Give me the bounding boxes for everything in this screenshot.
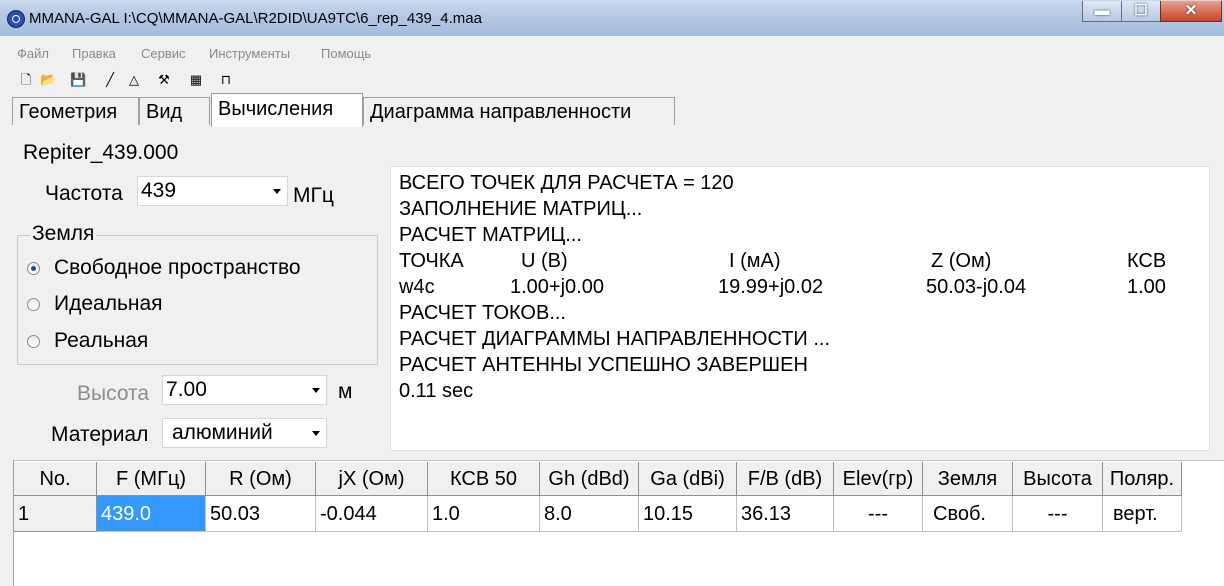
ground-group: Земля Свободное пространство Идеальная Р… (17, 222, 378, 365)
table-cell-gh[interactable]: 8.0 (540, 496, 639, 532)
log-header-point: ТОЧКА (399, 250, 464, 272)
app-globe-icon[interactable] (7, 10, 25, 28)
table-cell-swr[interactable]: 1.0 (428, 496, 540, 532)
results-table: No. F (МГц) R (Ом) jX (Ом) КСВ 50 Gh (dB… (13, 460, 1224, 586)
radio-free-space[interactable] (27, 262, 40, 275)
log-line: РАСЧЕТ МАТРИЦ... (399, 224, 582, 246)
tab-pattern[interactable]: Диаграмма направленности (363, 97, 675, 125)
calculation-log[interactable]: ВСЕГО ТОЧЕК ДЛЯ РАСЧЕТА = 120 ЗАПОЛНЕНИЕ… (390, 166, 1210, 451)
frequency-combo[interactable]: 439 (137, 176, 288, 206)
log-value-i: 19.99+j0.02 (718, 276, 824, 298)
log-value-u: 1.00+j0.00 (510, 276, 604, 298)
frequency-value: 439 (141, 179, 177, 202)
radio-free-space-label[interactable]: Свободное пространство (54, 256, 301, 280)
column-header[interactable]: Gh (dBd) (540, 462, 639, 496)
column-header[interactable]: R (Ом) (206, 462, 316, 496)
column-header[interactable]: Elev(гр) (834, 462, 923, 496)
column-header[interactable]: Земля (923, 462, 1013, 496)
height-combo[interactable]: 7.00 (162, 375, 327, 405)
chevron-down-icon (273, 189, 281, 194)
table-cell-ground[interactable]: Своб. (923, 496, 1013, 532)
tools-icon[interactable]: ⚒ (156, 72, 172, 88)
radio-perfect-label[interactable]: Идеальная (54, 292, 163, 316)
log-value-point: w4c (399, 276, 435, 298)
tab-strip: Геометрия Вид Вычисления Диаграмма напра… (0, 93, 1224, 128)
radio-real[interactable] (27, 335, 40, 348)
log-value-swr: 1.00 (1127, 276, 1166, 298)
column-header[interactable]: F (МГц) (97, 462, 206, 496)
table-cell-r[interactable]: 50.03 (206, 496, 316, 532)
menu-bar: Файл Правка Сервис Инструменты Помощь (0, 44, 1224, 64)
table-cell-height[interactable]: --- (1013, 496, 1103, 532)
log-line: РАСЧЕТ АНТЕННЫ УСПЕШНО ЗАВЕРШЕН (399, 354, 808, 376)
triangle-tool-icon[interactable]: △ (126, 72, 142, 88)
chevron-down-icon (312, 388, 320, 393)
log-line: РАСЧЕТ ТОКОВ... (399, 302, 566, 324)
minimize-button[interactable]: ▬ (1082, 1, 1122, 22)
frequency-label: Частота (45, 182, 123, 205)
log-header-i: I (мА) (729, 250, 781, 272)
menu-edit[interactable]: Правка (72, 46, 116, 61)
log-header-z: Z (Ом) (931, 250, 992, 272)
menu-service[interactable]: Сервис (141, 46, 186, 61)
column-header[interactable]: No. (14, 462, 97, 496)
table-cell-elev[interactable]: --- (834, 496, 923, 532)
column-header[interactable]: Ga (dBi) (639, 462, 737, 496)
column-header[interactable]: КСВ 50 (428, 462, 540, 496)
save-disk-icon[interactable]: 💾 (70, 72, 86, 88)
log-value-z: 50.03-j0.04 (926, 276, 1027, 298)
radio-perfect[interactable] (27, 298, 40, 311)
antenna-icon[interactable]: ⊓ (218, 72, 234, 88)
table-cell-fb[interactable]: 36.13 (737, 496, 834, 532)
material-value: алюминий (172, 421, 273, 444)
table-cell-jx[interactable]: -0.044 (316, 496, 428, 532)
row-number[interactable]: 1 (14, 496, 97, 532)
column-header[interactable]: jX (Ом) (316, 462, 428, 496)
height-label: Высота (77, 382, 150, 405)
log-line: 0.11 sec (399, 380, 474, 402)
column-header[interactable]: Высота (1013, 462, 1103, 496)
menu-tools[interactable]: Инструменты (209, 46, 290, 61)
material-combo[interactable]: алюминий (162, 418, 327, 448)
calculator-icon[interactable]: ▦ (188, 72, 204, 88)
model-name: Repiter_439.000 (23, 141, 179, 164)
log-header-u: U (В) (521, 250, 568, 272)
table-cell-frequency[interactable]: 439.0 (97, 496, 206, 532)
line-tool-icon[interactable]: ╱ (102, 72, 118, 88)
window-title: MMANA-GAL I:\CQ\MMANA-GAL\R2DID\UA9TC\6_… (29, 10, 482, 27)
close-button[interactable]: ✕ (1160, 1, 1222, 22)
ground-title: Земля (30, 222, 97, 246)
maximize-button[interactable]: ☐ (1121, 1, 1161, 22)
open-folder-icon[interactable]: 📂 (40, 72, 56, 88)
chevron-down-icon (312, 431, 320, 436)
toolbar: 🗋 📂 💾 ╱ △ ⚒ ▦ ⊓ (0, 70, 260, 92)
log-line: ЗАПОЛНЕНИЕ МАТРИЦ... (399, 198, 643, 220)
log-header-swr: КСВ (1127, 250, 1167, 272)
column-header[interactable]: Поляр. (1103, 462, 1182, 496)
table-cell-polarization[interactable]: верт. (1103, 496, 1182, 532)
table-cell-ga[interactable]: 10.15 (639, 496, 737, 532)
log-line: ВСЕГО ТОЧЕК ДЛЯ РАСЧЕТА = 120 (399, 172, 734, 194)
log-line: РАСЧЕТ ДИАГРАММЫ НАПРАВЛЕННОСТИ ... (399, 328, 831, 350)
tab-calculations[interactable]: Вычисления (211, 93, 363, 127)
menu-help[interactable]: Помощь (321, 46, 371, 61)
column-header[interactable]: F/B (dB) (737, 462, 834, 496)
frequency-unit: МГц (293, 184, 334, 207)
height-value: 7.00 (166, 378, 207, 401)
radio-real-label[interactable]: Реальная (54, 329, 148, 353)
new-file-icon[interactable]: 🗋 (18, 72, 34, 88)
menu-file[interactable]: Файл (17, 46, 49, 61)
tab-view[interactable]: Вид (139, 97, 210, 125)
title-bar: MMANA-GAL I:\CQ\MMANA-GAL\R2DID\UA9TC\6_… (0, 0, 1224, 36)
material-label: Материал (51, 423, 149, 446)
height-unit: м (338, 380, 353, 403)
tab-geometry[interactable]: Геометрия (12, 97, 139, 125)
